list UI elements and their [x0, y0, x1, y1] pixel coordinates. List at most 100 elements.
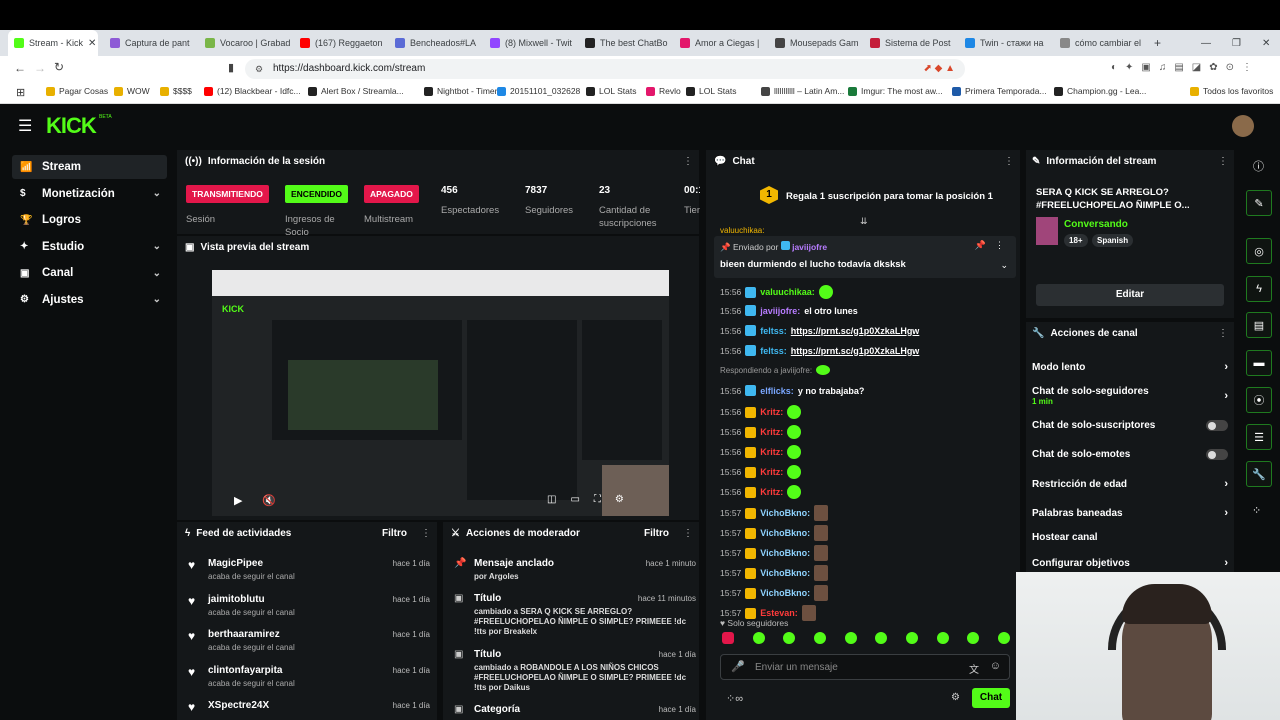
bookmark-item[interactable]: Primera Temporada...	[952, 86, 1047, 96]
emote-icon[interactable]	[997, 632, 1010, 644]
close-tab-icon[interactable]: ✕	[88, 38, 96, 49]
browser-tab[interactable]: Mousepads Gam	[769, 30, 861, 56]
url-field[interactable]: ⚙ https://dashboard.kick.com/stream ⬈ ◆ ▲	[245, 59, 965, 79]
chat-username[interactable]: valuuchikaa:	[760, 287, 815, 297]
sidebar-item-canal[interactable]: ▣ Canal ⌄	[12, 261, 167, 285]
chat-username[interactable]: Kritz:	[760, 487, 783, 497]
bookmark-item[interactable]: Nightbot - Timers	[424, 86, 502, 96]
emote-icon[interactable]	[722, 632, 734, 644]
emote-icon[interactable]	[875, 632, 888, 644]
chat-username[interactable]: VichoBkno:	[760, 508, 810, 518]
chat-message[interactable]: 15:56 Kritz:	[720, 485, 802, 499]
chat-username[interactable]: javiijofre:	[760, 306, 800, 316]
channel-actions-menu-icon[interactable]: ⋮	[1218, 328, 1228, 339]
bookmark-item[interactable]: 20151101_032628	[497, 86, 580, 96]
new-tab-icon[interactable]: +	[1148, 30, 1162, 56]
infinity-icon[interactable]: ⁘∞	[726, 692, 743, 705]
browser-tab[interactable]: (8) Mixwell - Twit	[484, 30, 576, 56]
chat-menu-icon[interactable]: ⋮	[1004, 156, 1014, 167]
list-rail-icon[interactable]: ☰	[1246, 424, 1272, 450]
list-item[interactable]: ♥ jaimitoblutu acaba de seguir el canal hac…	[186, 594, 430, 617]
chat-rail-icon[interactable]: ▬	[1246, 350, 1272, 376]
chat-username[interactable]: VichoBkno:	[760, 548, 810, 558]
reload-icon[interactable]: ↻	[54, 60, 64, 74]
bookmark-item[interactable]: Alert Box / Streamla...	[308, 86, 404, 96]
menu-icon[interactable]: ☰	[18, 116, 32, 136]
chat-message[interactable]: 15:57 VichoBkno:	[720, 565, 829, 581]
translate-icon[interactable]: 文	[969, 661, 979, 676]
mod-filter-button[interactable]: Filtro	[644, 528, 669, 539]
play-icon[interactable]: ▶	[234, 494, 242, 507]
emote-icon[interactable]	[783, 632, 796, 644]
chat-username[interactable]: elflicks:	[760, 386, 794, 396]
avatar[interactable]	[1232, 115, 1254, 137]
sidebar-item-logros[interactable]: 🏆 Logros	[12, 208, 167, 232]
window-close-icon[interactable]: ✕	[1256, 30, 1276, 56]
chat-username[interactable]: Kritz:	[760, 467, 783, 477]
nodes-rail-icon[interactable]: ⁘	[1252, 504, 1261, 517]
bookmark-item[interactable]: Revlo	[646, 86, 681, 96]
emote-icon[interactable]	[936, 632, 949, 644]
chat-message[interactable]: 15:56 feltss: https://prnt.sc/g1p0XzkaLHgw	[720, 345, 919, 356]
channel-action-restricci-n-de-edad[interactable]: Restricción de edad ›	[1032, 478, 1228, 490]
bookmark-item[interactable]: Todos los favoritos	[1190, 86, 1273, 96]
channel-action-configurar-objetivos[interactable]: Configurar objetivos ›	[1032, 557, 1228, 569]
browser-tab[interactable]: (167) Reggaeton	[294, 30, 386, 56]
chat-message[interactable]: 15:56 Kritz:	[720, 425, 802, 439]
bookmark-item[interactable]: Pagar Cosas	[46, 86, 108, 96]
edit-button[interactable]: Editar	[1036, 284, 1224, 306]
chat-message[interactable]: 15:56 Kritz:	[720, 445, 802, 459]
chat-message[interactable]: 15:56 javiijofre: el otro lunes	[720, 305, 858, 316]
extension-icons[interactable]: ◐✦▣♫▤◪✿⊙⋮	[1111, 62, 1260, 73]
channel-action-hostear-canal[interactable]: Hostear canal	[1032, 532, 1228, 543]
bookmark-item[interactable]: WOW	[114, 86, 150, 96]
apps-icon[interactable]: ⊞	[16, 86, 25, 99]
browser-tab[interactable]: Stream - Kick ✕	[8, 30, 98, 56]
chat-username[interactable]: Kritz:	[760, 407, 783, 417]
back-icon[interactable]: ←	[14, 61, 26, 75]
bookmark-item[interactable]: LOL Stats	[586, 86, 636, 96]
emote-icon[interactable]	[813, 632, 826, 644]
site-info-icon[interactable]: ⚙	[255, 59, 263, 79]
toggle-switch[interactable]	[1206, 449, 1228, 460]
chat-message[interactable]: Respondiendo a javiijofre:	[720, 365, 831, 375]
chat-message[interactable]: 15:57 VichoBkno:	[720, 505, 829, 521]
document-rail-icon[interactable]: ▤	[1246, 312, 1272, 338]
channel-action-palabras-baneadas[interactable]: Palabras baneadas ›	[1032, 507, 1228, 519]
bolt-rail-icon[interactable]: ϟ	[1246, 276, 1272, 302]
stream-info-menu-icon[interactable]: ⋮	[1218, 156, 1228, 167]
emote-bar[interactable]	[722, 632, 1010, 648]
chat-username[interactable]: VichoBkno:	[760, 588, 810, 598]
bookmark-item[interactable]: LOL Stats	[686, 86, 736, 96]
chat-message[interactable]: 15:56 Kritz:	[720, 465, 802, 479]
chat-settings-icon[interactable]: ⚙	[951, 692, 960, 703]
browser-tab[interactable]: Amor a Ciegas |	[674, 30, 766, 56]
chat-username[interactable]: Estevan:	[760, 608, 798, 618]
emote-icon[interactable]	[905, 632, 918, 644]
tools-rail-icon[interactable]: 🔧	[1246, 461, 1272, 487]
emote-icon[interactable]	[752, 632, 765, 644]
sidebar-item-monetización[interactable]: $ Monetización ⌄	[12, 182, 167, 206]
forward-icon[interactable]: →	[34, 61, 46, 75]
chat-input[interactable]: 🎤 Enviar un mensaje 文 ☺	[720, 654, 1010, 680]
browser-tab[interactable]: Captura de pant	[104, 30, 196, 56]
bookmark-item[interactable]: $$$$	[160, 86, 192, 96]
emote-icon[interactable]	[844, 632, 857, 644]
bookmark-item[interactable]: Champion.gg - Lea...	[1054, 86, 1146, 96]
channel-action-modo-lento[interactable]: Modo lento ›	[1032, 361, 1228, 373]
browser-tab[interactable]: Bencheados#LA	[389, 30, 481, 56]
emoji-icon[interactable]: ☺	[990, 660, 1001, 672]
chat-username[interactable]: VichoBkno:	[760, 568, 810, 578]
list-item[interactable]: ♥ clintonfayarpita acaba de seguir el cana…	[186, 665, 430, 688]
info-icon[interactable]: ⓘ	[1253, 158, 1264, 174]
bookmark-icon[interactable]: ▮	[228, 61, 234, 74]
channel-action-chat-de-solo-suscriptores[interactable]: Chat de solo-suscriptores	[1032, 420, 1228, 431]
session-menu-icon[interactable]: ⋮	[683, 156, 693, 167]
chat-message[interactable]: 15:56 feltss: https://prnt.sc/g1p0XzkaLHgw	[720, 325, 919, 336]
chat-send-button[interactable]: Chat	[972, 688, 1010, 708]
edit-rail-icon[interactable]: ✎	[1246, 190, 1272, 216]
maximize-icon[interactable]: ❐	[1226, 30, 1247, 56]
list-item[interactable]: ♥ XSpectre24X hace 1 día	[186, 700, 430, 714]
browser-tab[interactable]: cómo cambiar el	[1054, 30, 1146, 56]
sidebar-item-estudio[interactable]: ✦ Estudio ⌄	[12, 235, 167, 259]
